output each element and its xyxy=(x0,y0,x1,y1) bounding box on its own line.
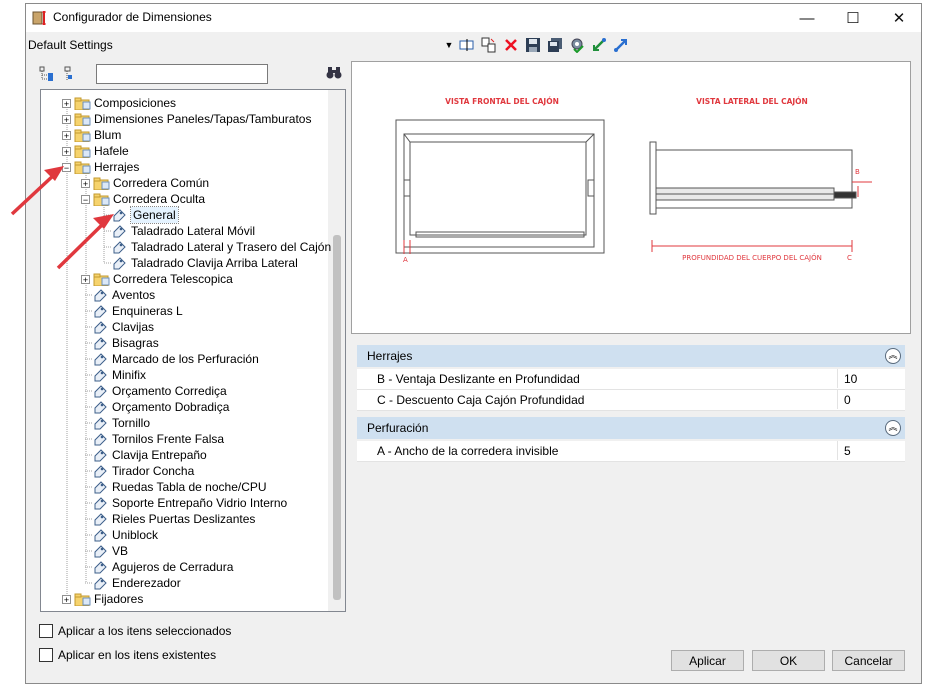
red-arrow-icon xyxy=(10,166,64,216)
red-arrow-icon xyxy=(56,214,114,270)
annotation-arrows xyxy=(10,166,114,270)
